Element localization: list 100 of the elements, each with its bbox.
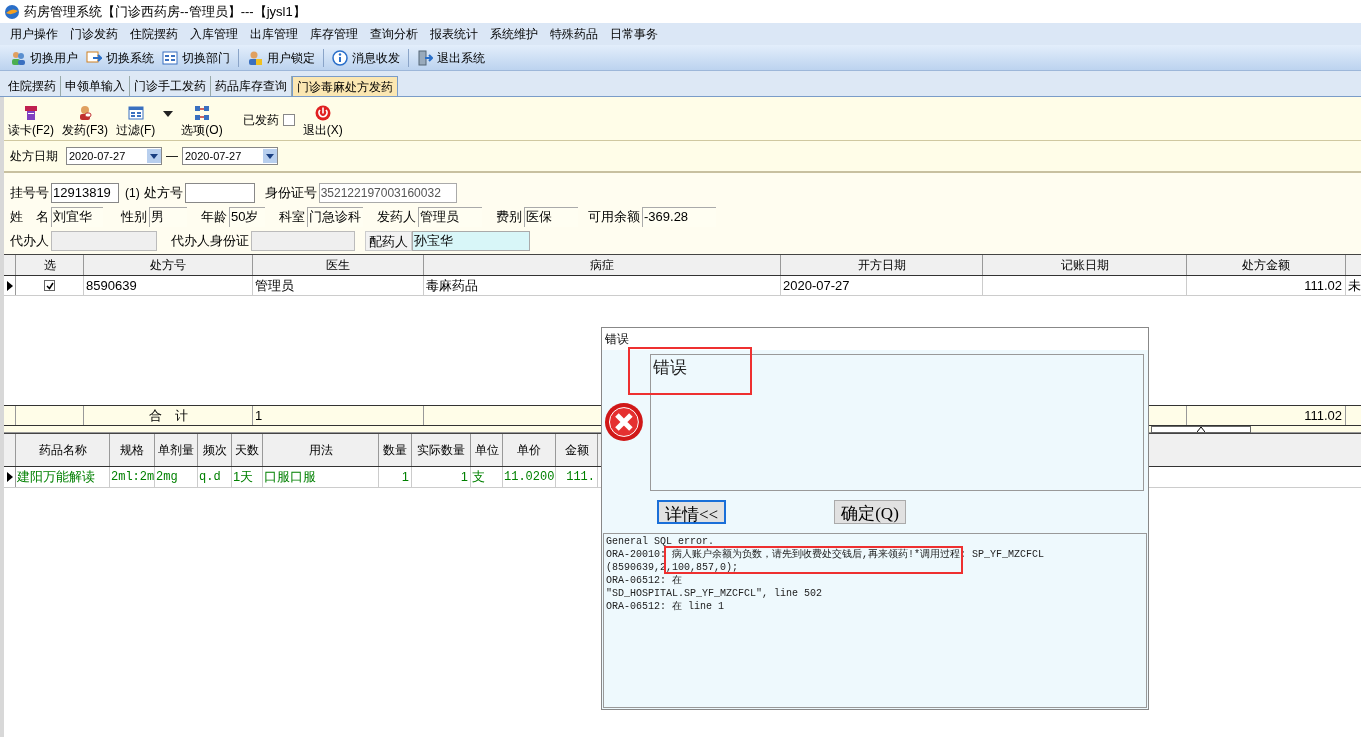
error-message: 错误 <box>649 354 1144 491</box>
check-icon <box>45 281 54 290</box>
column-header[interactable]: 实际数量 <box>412 434 471 466</box>
tab[interactable]: 门诊手工发药 <box>130 76 211 96</box>
info-icon <box>332 49 348 66</box>
total-cell: 111.02 <box>1187 406 1346 425</box>
field-label: 科室 <box>279 207 306 226</box>
column-header[interactable]: 药品名称 <box>16 434 110 466</box>
date-separator: — <box>166 148 178 165</box>
toolbar-button[interactable]: 退出系统 <box>415 46 487 69</box>
options-swap-icon <box>194 105 210 121</box>
field-label: 配药人 <box>365 230 412 251</box>
toolbar-button[interactable]: 切换系统 <box>84 46 156 69</box>
menu-item[interactable]: 门诊发药 <box>64 25 124 43</box>
toolbar-button[interactable]: 发药(F3) <box>62 105 108 137</box>
window-arrow-icon <box>86 49 102 66</box>
column-header[interactable]: 选 <box>16 255 84 275</box>
field-label: 可用余额 <box>588 207 641 226</box>
toolbar-button[interactable]: 选项(O) <box>181 105 223 137</box>
error-icon <box>604 402 644 442</box>
toolbar-button[interactable]: 切换部门 <box>160 46 232 69</box>
menu-item[interactable]: 日常事务 <box>604 25 664 43</box>
input-field: 医保 <box>524 206 578 227</box>
input-field[interactable]: 孙宝华 <box>412 230 530 251</box>
field-label: 身份证号 <box>264 183 318 202</box>
column-header[interactable]: 天数 <box>232 434 263 466</box>
dropdown-button[interactable] <box>163 111 174 117</box>
field-label: 处方日期 <box>10 148 58 165</box>
column-header[interactable]: 处方金额 <box>1187 255 1346 275</box>
checkbox[interactable] <box>44 280 55 291</box>
menu-item[interactable]: 库存管理 <box>304 25 364 43</box>
column-header[interactable]: 用法 <box>263 434 379 466</box>
field-label: 代办人身份证 <box>171 231 250 250</box>
column-header[interactable]: 医生 <box>253 255 424 275</box>
link[interactable]: (1) <box>125 183 140 202</box>
toolbar-button[interactable]: 用户锁定 <box>245 46 317 69</box>
column-header[interactable]: 频次 <box>198 434 232 466</box>
column-header[interactable]: 记账日期 <box>983 255 1187 275</box>
field-label: 性别 <box>121 207 148 226</box>
toolbar-button[interactable]: 退出(X) <box>302 105 343 137</box>
menu-item[interactable]: 系统维护 <box>484 25 544 43</box>
column-header[interactable]: 单价 <box>503 434 556 466</box>
toolbar-button[interactable]: 过滤(F) <box>116 105 156 137</box>
checkbox[interactable] <box>282 114 295 126</box>
tab[interactable]: 住院摆药 <box>4 76 61 96</box>
column-header[interactable]: 病症 <box>424 255 781 275</box>
column-header[interactable]: 单位 <box>471 434 503 466</box>
column-header[interactable]: 金额 <box>556 434 598 466</box>
tab[interactable]: 申领单输入 <box>61 76 130 96</box>
card-reader-icon <box>23 105 39 121</box>
menu-item[interactable]: 特殊药品 <box>544 25 604 43</box>
field-label: 年龄 <box>201 207 228 226</box>
table-cell: 管理员 <box>253 276 424 295</box>
user-lock-icon <box>247 49 263 66</box>
field-label: 处方号 <box>143 183 184 202</box>
table-cell: 1 <box>379 467 412 487</box>
menu-item[interactable]: 查询分析 <box>364 25 424 43</box>
input-field[interactable] <box>184 182 255 203</box>
toolbar-button[interactable]: 读卡(F2) <box>8 105 54 137</box>
row-pointer-icon <box>6 472 13 482</box>
power-icon <box>314 105 331 121</box>
field-label: 费别 <box>496 207 523 226</box>
total-cell: 1 <box>253 406 424 425</box>
input-field[interactable]: 12913819 <box>51 182 119 203</box>
table-cell: 8590639 <box>84 276 253 295</box>
grid-icon <box>162 49 178 66</box>
field-label: 代办人 <box>10 231 50 250</box>
table-cell: 1天 <box>232 467 263 487</box>
table-cell: 111. <box>556 467 598 487</box>
table-cell: 2mg <box>155 467 198 487</box>
field-label: 发药人 <box>377 207 417 226</box>
caret-down-icon <box>163 111 174 117</box>
dialog-button[interactable]: 详情<< <box>657 500 727 524</box>
toolbar-button[interactable]: 切换用户 <box>8 46 80 69</box>
column-header[interactable]: 规格 <box>110 434 155 466</box>
column-header[interactable]: 开方日期 <box>781 255 983 275</box>
toolbar-button[interactable]: 消息收发 <box>330 46 402 69</box>
checkbox-label[interactable]: 已发药 <box>242 111 295 129</box>
menu-item[interactable]: 住院摆药 <box>124 25 184 43</box>
menu-item[interactable]: 出库管理 <box>244 25 304 43</box>
app-logo-icon <box>4 3 20 20</box>
menu-item[interactable]: 用户操作 <box>4 25 64 43</box>
total-cell: 合 计 <box>84 406 253 425</box>
column-header[interactable]: 单剂量 <box>155 434 198 466</box>
dialog-button[interactable]: 确定(Q) <box>834 500 906 524</box>
menu-item[interactable]: 入库管理 <box>184 25 244 43</box>
input-field[interactable]: 352122197003160032 <box>318 182 457 203</box>
filter-grid-icon <box>127 105 144 121</box>
input-field: 刘宜华 <box>51 206 103 227</box>
date-picker[interactable]: 2020-07-27 <box>66 147 162 165</box>
date-picker[interactable]: 2020-07-27 <box>182 147 278 165</box>
table-cell: 2ml:2m <box>110 467 155 487</box>
column-header[interactable]: 数量 <box>379 434 412 466</box>
column-header[interactable]: 处方号 <box>84 255 253 275</box>
table-cell: 2020-07-27 <box>781 276 983 295</box>
splitter-button[interactable] <box>1151 426 1251 433</box>
input-field: 管理员 <box>418 206 482 227</box>
menu-item[interactable]: 报表统计 <box>424 25 484 43</box>
table-cell: 口服口服 <box>263 467 379 487</box>
tab[interactable]: 门诊毒麻处方发药 <box>292 76 398 96</box>
